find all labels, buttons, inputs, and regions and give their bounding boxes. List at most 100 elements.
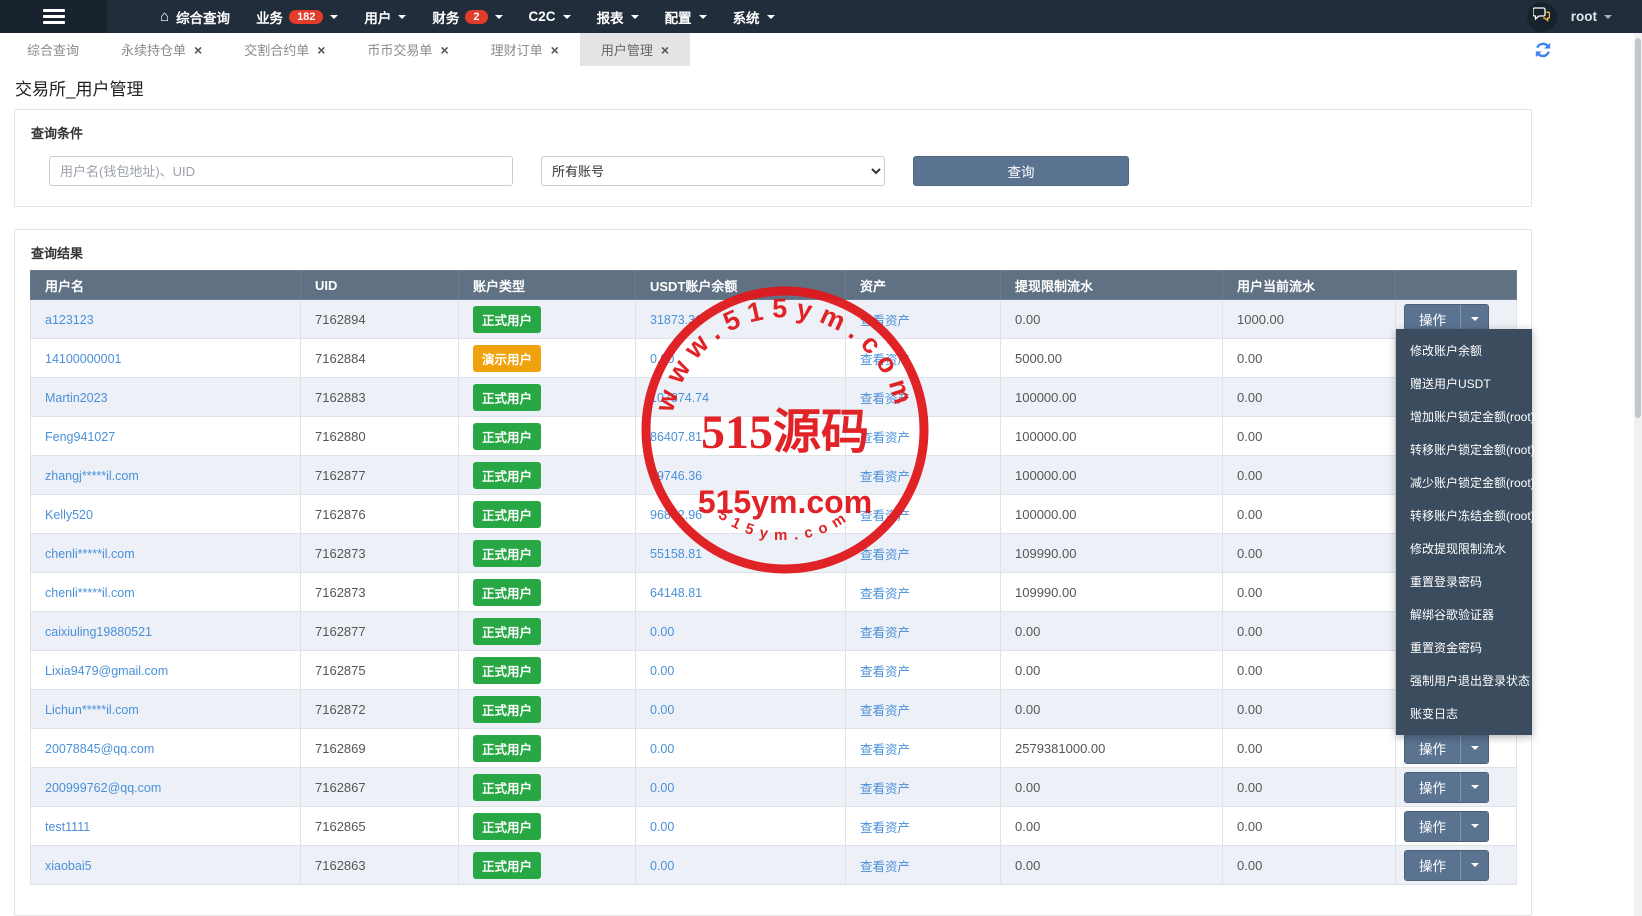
- action-button[interactable]: 操作: [1405, 734, 1460, 763]
- tab-理财订单[interactable]: 理财订单×: [470, 33, 580, 66]
- view-assets-link[interactable]: 查看资产: [860, 587, 910, 601]
- nav-item-综合查询[interactable]: ⌂综合查询: [147, 0, 243, 33]
- current-flow-cell: 0.00: [1223, 534, 1396, 573]
- view-assets-link[interactable]: 查看资产: [860, 782, 910, 796]
- view-assets-link[interactable]: 查看资产: [860, 431, 910, 445]
- action-menu-item[interactable]: 增加账户锁定金额(root): [1396, 400, 1532, 433]
- query-controls: 所有账号 查询: [49, 156, 1515, 186]
- usdt-balance-link[interactable]: 31873.31: [650, 313, 702, 327]
- view-assets-link[interactable]: 查看资产: [860, 314, 910, 328]
- account-type-select[interactable]: 所有账号: [541, 156, 885, 186]
- username-link[interactable]: Martin2023: [45, 391, 108, 405]
- view-assets-link[interactable]: 查看资产: [860, 392, 910, 406]
- action-caret-button[interactable]: [1460, 773, 1488, 802]
- username-link[interactable]: 14100000001: [45, 352, 121, 366]
- view-assets-link[interactable]: 查看资产: [860, 860, 910, 874]
- username-link[interactable]: a123123: [45, 313, 94, 327]
- usdt-balance-link[interactable]: 86407.81: [650, 430, 702, 444]
- nav-item-用户[interactable]: 用户: [351, 0, 419, 33]
- action-menu-item[interactable]: 转移账户锁定金额(root): [1396, 433, 1532, 466]
- action-menu-item[interactable]: 修改提现限制流水: [1396, 532, 1532, 565]
- action-button[interactable]: 操作: [1405, 773, 1460, 802]
- nav-item-业务[interactable]: 业务182: [243, 0, 351, 33]
- tab-close-icon[interactable]: ×: [551, 43, 559, 57]
- tab-close-icon[interactable]: ×: [317, 43, 325, 57]
- search-button[interactable]: 查询: [913, 156, 1129, 186]
- action-menu-item[interactable]: 账变日志: [1396, 697, 1532, 730]
- action-caret-button[interactable]: [1460, 734, 1488, 763]
- view-assets-link[interactable]: 查看资产: [860, 665, 910, 679]
- action-menu-item[interactable]: 转移账户冻结金额(root): [1396, 499, 1532, 532]
- tab-close-icon[interactable]: ×: [440, 43, 448, 57]
- uid-cell: 7162863: [301, 846, 459, 885]
- username-link[interactable]: xiaobai5: [45, 859, 92, 873]
- user-menu-button[interactable]: root: [1571, 9, 1612, 24]
- scrollbar-thumb[interactable]: [1635, 38, 1641, 418]
- nav-item-配置[interactable]: 配置: [652, 0, 720, 33]
- action-menu-item[interactable]: 强制用户退出登录状态: [1396, 664, 1532, 697]
- view-assets-link[interactable]: 查看资产: [860, 821, 910, 835]
- usdt-balance-link[interactable]: 0.00: [650, 352, 674, 366]
- current-flow-cell: 0.00: [1223, 417, 1396, 456]
- view-assets-link[interactable]: 查看资产: [860, 548, 910, 562]
- username-link[interactable]: Lixia9479@gmail.com: [45, 664, 168, 678]
- nav-item-财务[interactable]: 财务2: [419, 0, 515, 33]
- action-menu-item[interactable]: 修改账户余额: [1396, 334, 1532, 367]
- view-assets-link[interactable]: 查看资产: [860, 509, 910, 523]
- action-menu-item[interactable]: 重置登录密码: [1396, 565, 1532, 598]
- action-menu-item[interactable]: 解绑谷歌验证器: [1396, 598, 1532, 631]
- usdt-balance-link[interactable]: 64148.81: [650, 586, 702, 600]
- tab-综合查询[interactable]: 综合查询: [6, 33, 100, 66]
- username-link[interactable]: Lichun*****il.com: [45, 703, 139, 717]
- action-button[interactable]: 操作: [1405, 851, 1460, 880]
- usdt-balance-link[interactable]: 0.00: [650, 703, 674, 717]
- action-caret-button[interactable]: [1460, 812, 1488, 841]
- nav-item-报表[interactable]: 报表: [584, 0, 652, 33]
- username-link[interactable]: chenli*****il.com: [45, 586, 135, 600]
- usdt-balance-link[interactable]: 0.00: [650, 664, 674, 678]
- view-assets-link[interactable]: 查看资产: [860, 626, 910, 640]
- action-split-button: 操作: [1404, 733, 1489, 764]
- view-assets-link[interactable]: 查看资产: [860, 743, 910, 757]
- action-caret-button[interactable]: [1460, 851, 1488, 880]
- action-menu-item[interactable]: 重置资金密码: [1396, 631, 1532, 664]
- view-assets-link[interactable]: 查看资产: [860, 470, 910, 484]
- tab-交割合约单[interactable]: 交割合约单×: [223, 33, 346, 66]
- nav-item-C2C[interactable]: C2C: [516, 0, 584, 33]
- view-assets-link[interactable]: 查看资产: [860, 353, 910, 367]
- tab-币币交易单[interactable]: 币币交易单×: [346, 33, 469, 66]
- username-link[interactable]: zhangj*****il.com: [45, 469, 139, 483]
- usdt-balance-link[interactable]: 0.00: [650, 742, 674, 756]
- usdt-balance-link[interactable]: 55158.81: [650, 547, 702, 561]
- username-link[interactable]: 200999762@qq.com: [45, 781, 161, 795]
- action-button[interactable]: 操作: [1405, 812, 1460, 841]
- username-link[interactable]: 20078845@qq.com: [45, 742, 154, 756]
- sidebar-toggle-button[interactable]: [0, 0, 107, 33]
- username-link[interactable]: Kelly520: [45, 508, 93, 522]
- username-link[interactable]: chenli*****il.com: [45, 547, 135, 561]
- tab-永续持仓单[interactable]: 永续持仓单×: [100, 33, 223, 66]
- usdt-balance-link[interactable]: 0.00: [650, 781, 674, 795]
- notification-badge: 182: [289, 10, 323, 24]
- chat-button[interactable]: [1527, 2, 1557, 32]
- username-link[interactable]: Feng941027: [45, 430, 115, 444]
- username-link[interactable]: caixiuling19880521: [45, 625, 152, 639]
- tab-用户管理[interactable]: 用户管理×: [580, 33, 690, 66]
- usdt-balance-link[interactable]: 0.00: [650, 820, 674, 834]
- usdt-balance-link[interactable]: 107874.74: [650, 391, 709, 405]
- tab-close-icon[interactable]: ×: [661, 43, 669, 57]
- view-assets-link[interactable]: 查看资产: [860, 704, 910, 718]
- username-search-input[interactable]: [49, 156, 513, 186]
- uid-cell: 7162884: [301, 339, 459, 378]
- tab-close-icon[interactable]: ×: [194, 43, 202, 57]
- usdt-balance-link[interactable]: 96852.96: [650, 508, 702, 522]
- refresh-button[interactable]: [1533, 40, 1553, 60]
- nav-item-系统[interactable]: 系统: [720, 0, 788, 33]
- usdt-balance-link[interactable]: 0.00: [650, 859, 674, 873]
- action-menu-item[interactable]: 赠送用户USDT: [1396, 367, 1532, 400]
- usdt-balance-link[interactable]: 0.00: [650, 625, 674, 639]
- action-menu-item[interactable]: 减少账户锁定金额(root): [1396, 466, 1532, 499]
- username-link[interactable]: test1111: [45, 820, 90, 834]
- usdt-balance-link[interactable]: 99746.36: [650, 469, 702, 483]
- account-type-badge: 正式用户: [473, 384, 541, 411]
